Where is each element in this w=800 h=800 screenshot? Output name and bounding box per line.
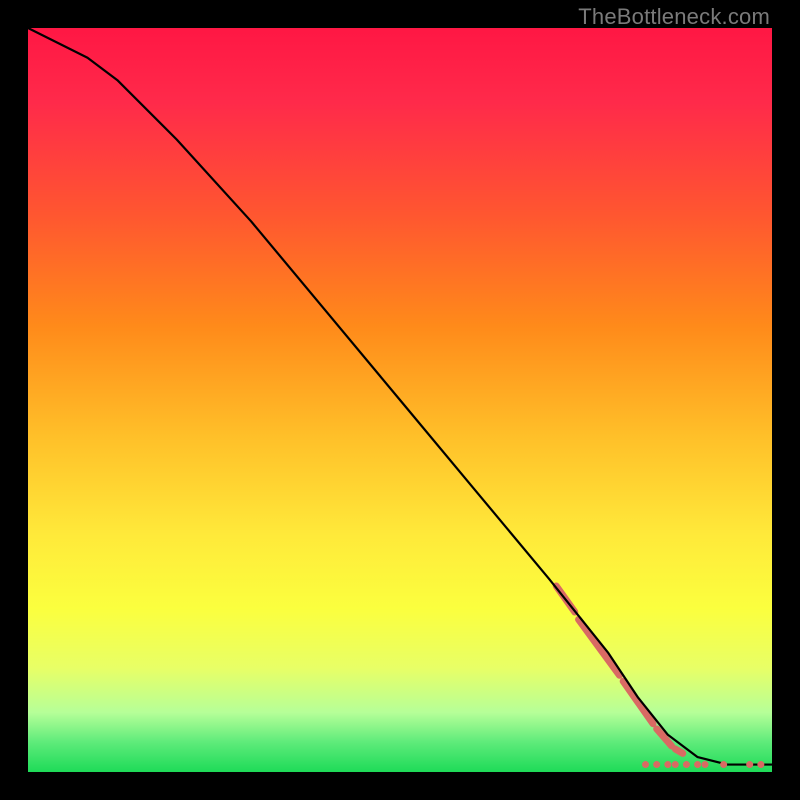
highlight-segment bbox=[623, 681, 653, 723]
highlight-segment bbox=[657, 729, 672, 746]
highlight-dot bbox=[720, 761, 727, 768]
highlight-dot bbox=[683, 761, 690, 768]
highlight-dots bbox=[642, 761, 764, 768]
watermark-text: TheBottleneck.com bbox=[578, 4, 770, 30]
curve-line bbox=[28, 28, 772, 765]
highlight-dot bbox=[653, 761, 660, 768]
highlight-segment bbox=[579, 619, 620, 675]
highlight-dot bbox=[642, 761, 649, 768]
plot-area bbox=[28, 28, 772, 772]
highlight-dot bbox=[672, 761, 679, 768]
chart-frame: TheBottleneck.com bbox=[0, 0, 800, 800]
highlight-segment bbox=[556, 586, 575, 612]
highlight-dot bbox=[757, 761, 764, 768]
chart-svg bbox=[28, 28, 772, 772]
highlight-segment bbox=[675, 749, 682, 753]
highlight-dot bbox=[746, 761, 753, 768]
highlight-layer bbox=[556, 586, 682, 753]
highlight-dot bbox=[664, 761, 671, 768]
highlight-dot bbox=[702, 761, 709, 768]
highlight-dot bbox=[694, 761, 701, 768]
